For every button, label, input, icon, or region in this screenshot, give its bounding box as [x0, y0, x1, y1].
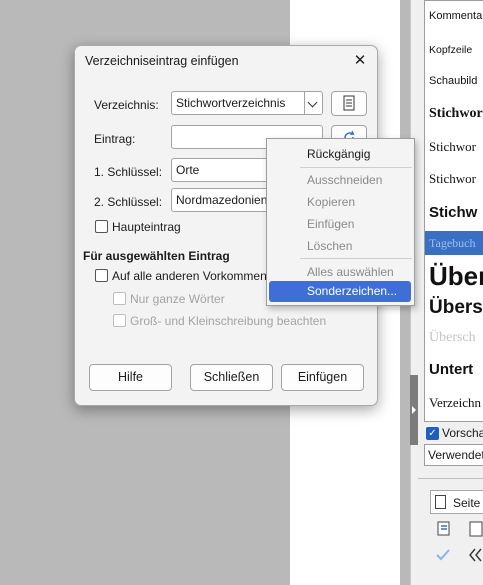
key1-label: 1. Schlüssel: — [94, 165, 163, 179]
help-button[interactable]: Hilfe — [89, 364, 172, 391]
new-index-button[interactable] — [331, 91, 367, 116]
first-page-icon[interactable] — [466, 546, 483, 564]
menu-item-paste[interactable]: Einfügen — [307, 217, 354, 231]
menu-separator — [300, 167, 412, 168]
apply-all-label: Auf alle anderen Vorkommen — [112, 269, 267, 283]
style-filter-select[interactable]: Verwendet — [424, 444, 483, 466]
main-entry-checkbox[interactable] — [95, 220, 108, 233]
entry-label: Eintrag: — [94, 132, 136, 146]
dialog-title: Verzeichniseintrag einfügen — [85, 54, 239, 68]
apply-all-checkbox[interactable] — [95, 269, 108, 282]
index-select[interactable]: Stichwortverzeichnis — [171, 91, 323, 115]
menu-item-copy[interactable]: Kopieren — [307, 195, 355, 209]
styles-list[interactable]: Kommentar Kopfzeile Schaubild Stichwor S… — [424, 0, 483, 422]
chevron-down-icon[interactable] — [304, 92, 322, 114]
preview-label: Vorscha — [442, 426, 483, 440]
key2-select[interactable]: Nordmazedonien — [171, 188, 271, 212]
style-item[interactable]: Stichwor — [429, 139, 476, 155]
match-case-label: Groß- und Kleinschreibung beachten — [130, 314, 327, 328]
key2-label: 2. Schlüssel: — [94, 195, 163, 209]
key1-select-value: Orte — [176, 163, 200, 177]
new-index-icon — [343, 95, 355, 111]
match-case-checkbox[interactable] — [113, 314, 126, 327]
close-button[interactable]: Schließen — [190, 364, 273, 391]
style-item[interactable]: Stichwor — [429, 106, 483, 122]
style-item[interactable]: Schaubild — [429, 75, 477, 87]
style-item-selected[interactable]: Tagebuch — [425, 231, 483, 255]
close-icon[interactable]: ✕ — [351, 52, 369, 70]
style-item[interactable]: Kopfzeile — [429, 44, 472, 56]
page-icon — [435, 495, 446, 509]
menu-separator — [300, 258, 412, 259]
menu-item-delete[interactable]: Löschen — [307, 239, 352, 253]
context-menu: Rückgängig Ausschneiden Kopieren Einfüge… — [266, 138, 415, 306]
style-item[interactable]: Übers — [429, 297, 483, 319]
style-item[interactable]: Stichw — [429, 204, 477, 221]
style-item[interactable]: Kommentar — [429, 10, 483, 22]
checkmark-icon: ✓ — [426, 427, 439, 440]
index-label: Verzeichnis: — [94, 98, 159, 112]
key2-select-value: Nordmazedonien — [176, 193, 268, 207]
style-item[interactable]: Stichwor — [429, 171, 476, 187]
insert-button[interactable]: Einfügen — [281, 364, 364, 391]
document-icon[interactable] — [466, 520, 483, 538]
menu-item-cut[interactable]: Ausschneiden — [307, 173, 382, 187]
page-style-button[interactable]: Seite — [430, 490, 483, 514]
key1-select[interactable]: Orte — [171, 158, 271, 182]
style-item[interactable]: Übersch — [429, 330, 476, 346]
style-item[interactable]: Über — [429, 261, 483, 292]
sidebar-divider — [418, 478, 483, 479]
preview-toggle[interactable]: ✓ Vorscha — [424, 426, 483, 442]
menu-item-special-characters-label: Sonderzeichen... — [307, 284, 398, 298]
new-style-icon[interactable] — [436, 520, 454, 538]
menu-item-special-characters[interactable]: Sonderzeichen... — [269, 281, 411, 302]
selected-entry-section-title: Für ausgewählten Eintrag — [83, 249, 230, 263]
sidebar-collapse-handle[interactable] — [410, 375, 418, 445]
apply-check-icon[interactable] — [434, 546, 452, 564]
page-style-label: Seite — [453, 496, 481, 510]
menu-item-undo[interactable]: Rückgängig — [307, 147, 370, 161]
style-item[interactable]: Untert — [429, 361, 473, 378]
whole-words-checkbox[interactable] — [113, 292, 126, 305]
menu-item-select-all[interactable]: Alles auswählen — [307, 265, 394, 279]
index-select-value: Stichwortverzeichnis — [176, 96, 286, 110]
main-entry-label: Haupteintrag — [112, 220, 181, 234]
whole-words-label: Nur ganze Wörter — [130, 292, 225, 306]
style-item[interactable]: Verzeichn — [429, 395, 481, 411]
